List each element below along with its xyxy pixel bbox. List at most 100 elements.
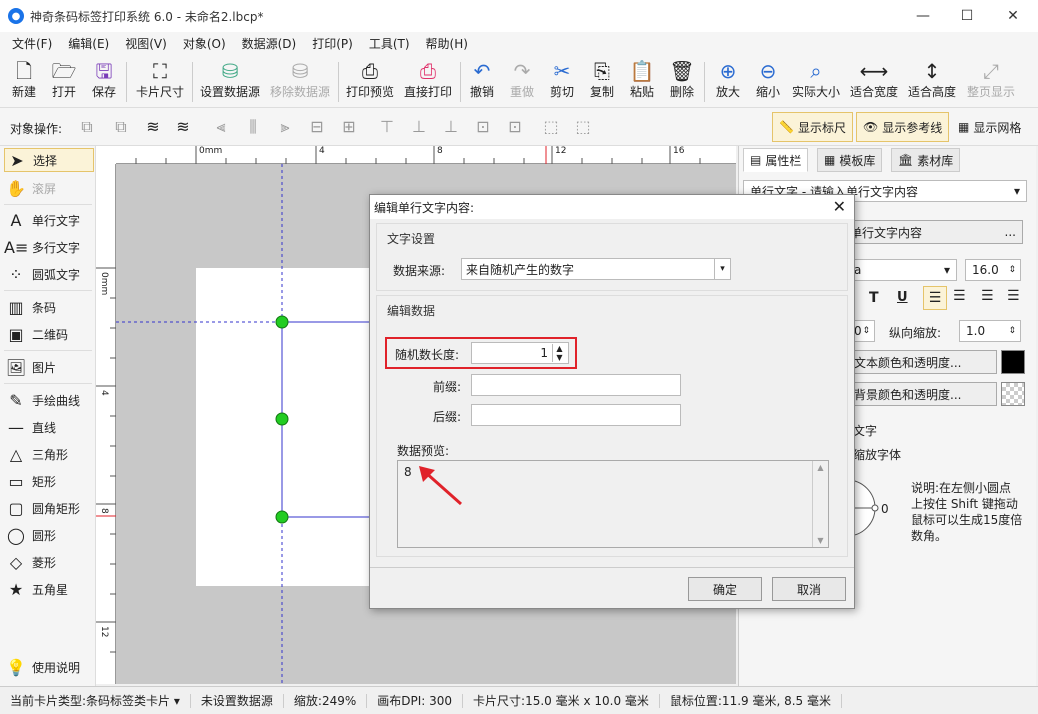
paste-button[interactable]: 📋 粘贴 [626,58,658,106]
tab-materials[interactable]: 🏛 素材库 [891,148,961,172]
random-length-spinner[interactable]: 1 ▲ ▼ [471,342,569,364]
distribute-v-icon[interactable]: ⊞ [338,116,360,138]
menu-help[interactable]: 帮助(H) [418,32,476,56]
fit-width-button[interactable]: ⟷ 适合宽度 [848,58,900,106]
tool-diamond[interactable]: ◇ 菱形 [4,550,94,574]
same-width-icon[interactable]: ⊡ [472,116,494,138]
direct-print-button[interactable]: ⎙ 直接打印 [402,58,454,106]
vertical-ruler[interactable]: 0mm 4 8 12 [96,164,116,684]
tool-rounded-rectangle[interactable]: ▢ 圆角矩形 [4,496,94,520]
zoom-out-button[interactable]: ⊖ 缩小 [750,58,786,106]
open-button[interactable]: 🗁 打开 [48,58,80,106]
align-center-text-button[interactable]: ☰ [953,288,966,304]
suffix-input[interactable] [471,404,681,426]
show-ruler-toggle[interactable]: 📏 显示标尺 [772,112,853,142]
clipboard-icon: 📋 [629,59,655,83]
copy-button[interactable]: ⎘ 复制 [586,58,618,106]
layers-edit-icon[interactable]: ≋ [172,116,194,138]
tab-properties[interactable]: ▤ 属性栏 [743,148,809,172]
font-size-spinner[interactable]: 16.0 ⇕ [965,259,1021,281]
library-icon: 🏛 [898,153,914,167]
undo-button[interactable]: ↶ 撤销 [466,58,498,106]
spinner-arrows-icon: ⇕ [862,326,870,336]
tab-templates[interactable]: ▦ 模板库 [817,148,883,172]
app-logo-icon: ● [8,8,24,24]
help-guide-button[interactable]: 💡 使用说明 [4,655,94,679]
menu-view[interactable]: 视图(V) [117,32,175,56]
datasource-select[interactable]: 来自随机产生的数字 ▾ [461,258,731,280]
layers-icon[interactable]: ≋ [142,116,164,138]
show-guides-toggle[interactable]: 👁 显示参考线 [856,112,950,142]
layer-down-icon[interactable]: ⧉ [110,116,132,138]
status-card-type[interactable]: 当前卡片类型:条码标签类卡片 ▾ [0,693,191,708]
tool-single-line-text[interactable]: A 单行文字 [4,208,94,232]
justify-text-button[interactable]: ☰ [1007,288,1020,304]
tool-pan[interactable]: ✋ 滚屏 [4,176,94,200]
save-button[interactable]: 🖫 保存 [88,58,120,106]
tool-select[interactable]: ➤ 选择 [4,148,94,172]
align-right-icon[interactable]: ⫸ [274,116,296,138]
same-height-icon[interactable]: ⊡ [504,116,526,138]
zoom-in-button[interactable]: ⊕ 放大 [710,58,746,106]
tool-circle[interactable]: ◯ 圆形 [4,523,94,547]
suffix-label: 后缀: [433,410,462,424]
dialog-close-icon[interactable]: ✕ [833,197,846,216]
horizontal-ruler[interactable]: 0mm 4 8 12 16 [116,146,736,164]
remove-datasource-button[interactable]: ⛁ 移除数据源 [268,58,332,106]
tool-triangle[interactable]: △ 三角形 [4,442,94,466]
tool-multi-line-text[interactable]: A≡ 多行文字 [4,235,94,259]
menu-datasource[interactable]: 数据源(D) [234,32,305,56]
tool-barcode[interactable]: ▥ 条码 [4,295,94,319]
background-color-swatch[interactable] [1001,382,1025,406]
align-right-text-button[interactable]: ☰ [981,288,994,304]
menu-object[interactable]: 对象(O) [175,32,234,56]
prefix-input[interactable] [471,374,681,396]
show-grid-toggle[interactable]: ▦ 显示网格 [952,112,1027,142]
fit-height-button[interactable]: ↕ 适合高度 [906,58,958,106]
menu-print[interactable]: 打印(P) [304,32,361,56]
minimize-button[interactable]: — [900,0,946,32]
rounded-rectangle-icon: ▢ [8,498,24,518]
ungroup-icon[interactable]: ⬚ [572,116,594,138]
full-page-button[interactable]: ⤢ 整页显示 [964,58,1018,106]
new-button[interactable]: 🗋 新建 [8,58,40,106]
edit-text-dialog: 编辑单行文字内容: ✕ 文字设置 数据来源: 来自随机产生的数字 ▾ 编辑数据 … [369,194,855,609]
tool-line[interactable]: — 直线 [4,415,94,439]
text-color-swatch[interactable] [1001,350,1025,374]
align-center-icon[interactable]: ⫼ [242,116,264,138]
tool-image[interactable]: 🖼 图片 [4,355,94,379]
delete-button[interactable]: 🗑 删除 [666,58,698,106]
card-size-button[interactable]: ⛶ 卡片尺寸 [134,58,186,106]
align-left-text-button[interactable]: ☰ [923,286,947,310]
tool-rectangle[interactable]: ▭ 矩形 [4,469,94,493]
maximize-button[interactable]: ☐ [944,0,990,32]
close-window-button[interactable]: ✕ [990,0,1036,32]
print-preview-button[interactable]: ⎙ 打印预览 [344,58,396,106]
actual-size-button[interactable]: ⌕ 实际大小 [790,58,842,106]
align-middle-icon[interactable]: ⊥ [408,116,430,138]
tool-star[interactable]: ★ 五角星 [4,577,94,601]
redo-button[interactable]: ↷ 重做 [506,58,538,106]
tool-freehand[interactable]: ✎ 手绘曲线 [4,388,94,412]
vscale-spinner[interactable]: 1.0 ⇕ [959,320,1021,342]
menu-edit[interactable]: 编辑(E) [60,32,117,56]
menu-file[interactable]: 文件(F) [4,32,60,56]
align-top-icon[interactable]: ⊤ [376,116,398,138]
distribute-h-icon[interactable]: ⊟ [306,116,328,138]
preview-value: 8 [404,465,412,479]
set-datasource-button[interactable]: ⛁ 设置数据源 [198,58,262,106]
underline-button[interactable]: U [897,290,908,305]
cut-button[interactable]: ✂ 剪切 [546,58,578,106]
align-bottom-icon[interactable]: ⊥ [440,116,462,138]
tool-arc-text[interactable]: ⁘ 圆弧文字 [4,262,94,286]
align-left-icon[interactable]: ⫷ [210,116,232,138]
group-icon[interactable]: ⬚ [540,116,562,138]
window-title: 神奇条码标签打印系统 6.0 - 未命名2.lbcp* [30,9,264,24]
strikethrough-button[interactable]: T [869,290,879,306]
tool-qrcode[interactable]: ▣ 二维码 [4,322,94,346]
ok-button[interactable]: 确定 [688,577,762,601]
preview-scrollbar[interactable]: ▲ ▼ [812,461,828,547]
layer-up-icon[interactable]: ⧉ [76,116,98,138]
menu-tools[interactable]: 工具(T) [361,32,418,56]
cancel-button[interactable]: 取消 [772,577,846,601]
